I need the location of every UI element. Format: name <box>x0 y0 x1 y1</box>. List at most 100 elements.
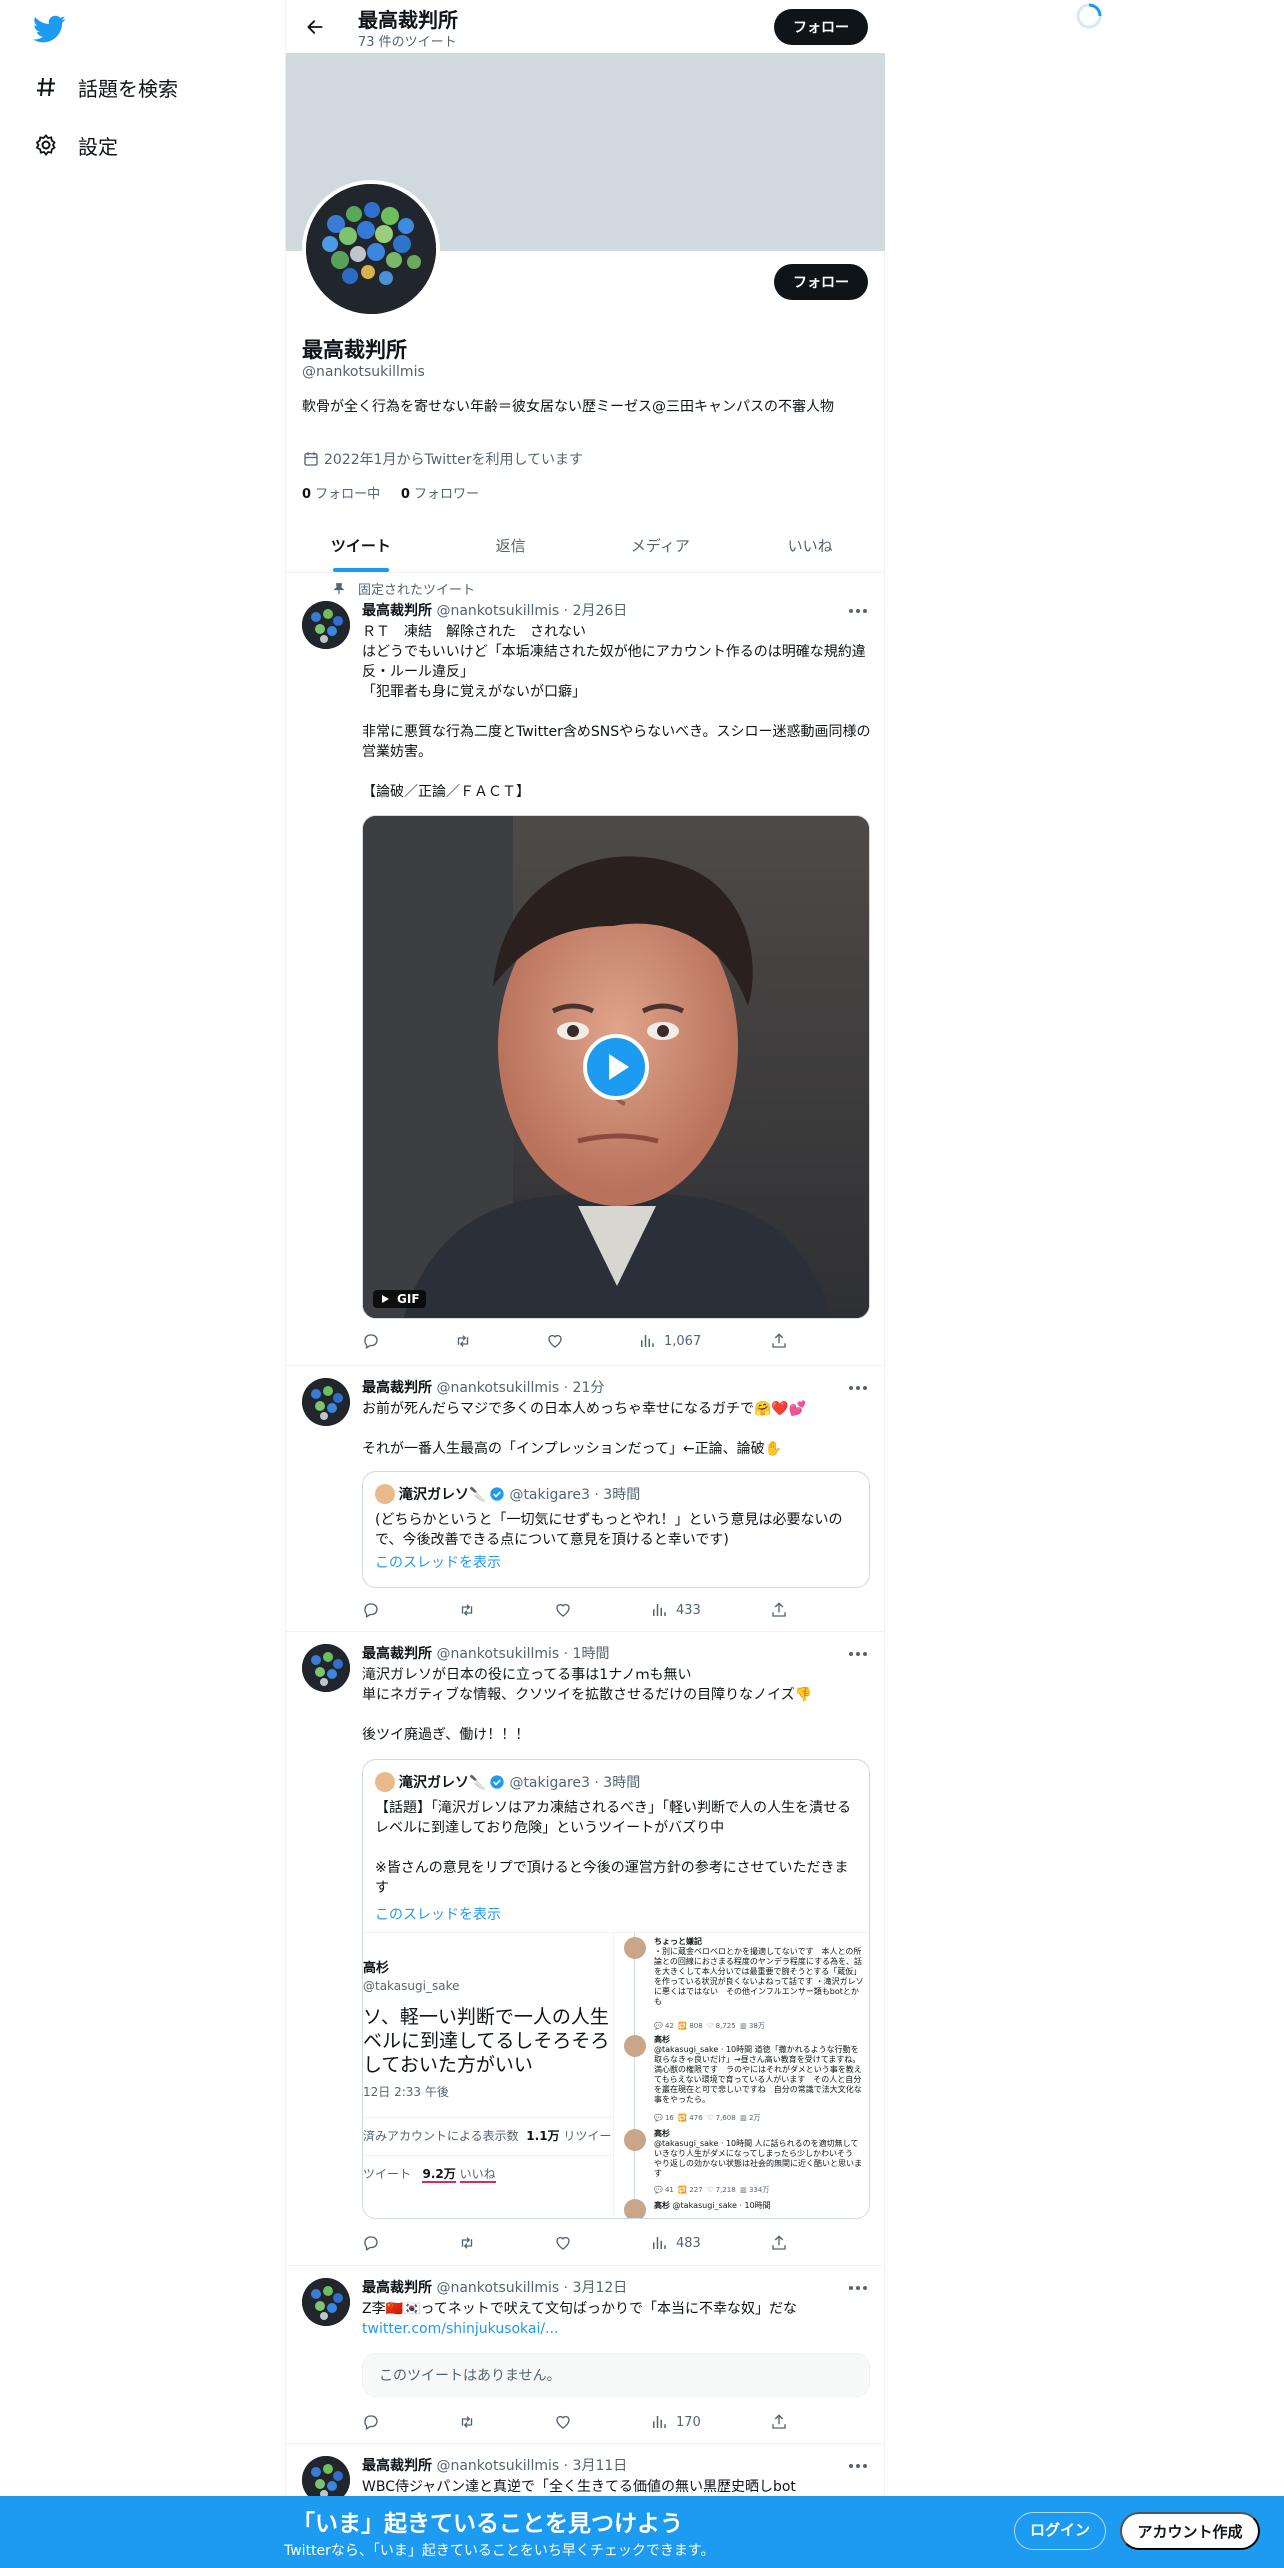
heart-icon <box>556 1603 570 1617</box>
like-button[interactable] <box>554 2233 572 2253</box>
header-tweet-count: 73 件のツイート <box>358 35 457 50</box>
tweet-actions: 170 <box>362 2412 802 2432</box>
play-small-icon <box>382 1295 389 1303</box>
tweet-text: Z李🇨🇳🇰🇷ってネットで吠えて文句ばっかりで「本当に不幸な奴」だな <box>362 2301 798 2317</box>
back-arrow-icon[interactable] <box>298 10 332 44</box>
twitter-bird-icon[interactable] <box>32 12 66 46</box>
retweet-icon <box>457 1335 469 1347</box>
followers-link[interactable]: 0 フォロワー <box>401 487 479 502</box>
reply-icon <box>364 2236 378 2251</box>
tweet-author-name[interactable]: 最高裁判所 <box>362 1646 432 1662</box>
quote-author-name: 滝沢ガレソ🔪 <box>399 1487 487 1503</box>
main-column: 最高裁判所 73 件のツイート フォロー フォロー 最高裁判所 @nankots… <box>285 0 885 2568</box>
tweet-author-name[interactable]: 最高裁判所 <box>362 2458 432 2474</box>
tweet-card[interactable]: 固定されたツイート 最高裁判所 @nankotsukillmis · 2月26日… <box>286 573 885 1366</box>
quote-screenshot-image[interactable]: 高杉 @takasugi_sake ソ、軽一い判断で一人の人生 ベルに到達してる… <box>363 1932 869 2218</box>
more-icon[interactable] <box>846 2280 870 2296</box>
tweet-text: WBC侍ジャパン達と真逆で「全く生きてる価値の無い黒歴史晒しbot <box>362 2479 796 2495</box>
tweet-text: 滝沢ガレソが日本の役に立ってる事は1ナノｍも無い 単にネガティブな情報、クソツイ… <box>362 1667 813 1743</box>
quote-header: 滝沢ガレソ🔪 @takigare3 · 3時間 <box>375 1772 640 1792</box>
screenshot-text: ソ、軽一い判断で一人の人生 ベルに到達してるしそろそろ しておいた方がいい <box>363 2006 610 2076</box>
tweet-gif[interactable]: GIF <box>362 815 870 1319</box>
like-button[interactable] <box>546 1331 564 1351</box>
tab-media[interactable]: メディア <box>586 520 736 572</box>
profile-tabs: ツイート 返信 メディア いいね <box>286 520 885 573</box>
share-button[interactable] <box>770 1331 788 1351</box>
reply-button[interactable] <box>362 2233 380 2253</box>
tweet-avatar[interactable] <box>302 2278 350 2326</box>
profile-name: 最高裁判所 <box>302 338 407 362</box>
share-button[interactable] <box>770 2412 788 2432</box>
retweet-button[interactable] <box>454 1331 472 1351</box>
loading-spinner-icon <box>1076 3 1102 29</box>
heart-icon <box>556 2236 570 2250</box>
verified-badge-icon <box>490 1487 505 1501</box>
views-button[interactable]: 483 <box>650 2233 701 2253</box>
reply-button[interactable] <box>362 1600 380 1620</box>
share-icon <box>772 1602 786 1617</box>
more-icon[interactable] <box>846 1380 870 1396</box>
retweet-button[interactable] <box>458 2233 476 2253</box>
views-icon <box>653 2237 666 2249</box>
show-thread-link[interactable]: このスレッドを表示 <box>375 1552 501 1572</box>
nav-explore-label: 話題を検索 <box>78 76 178 101</box>
tweet-header: 最高裁判所 @nankotsukillmis · 3月11日 <box>362 2455 627 2475</box>
tweet-actions: 433 <box>362 1600 802 1620</box>
quote-text: (どちらかというと「一切気にせずもっとやれ！」という意見は必要ないので、今後改善… <box>375 1512 843 1548</box>
signup-banner: 「いま」起きていることを見つけよう Twitterなら、「いま」起きていることを… <box>0 2496 1284 2568</box>
tweet-header: 最高裁判所 @nankotsukillmis · 21分 <box>362 1377 604 1397</box>
show-thread-link[interactable]: このスレッドを表示 <box>375 1904 501 1924</box>
screenshot-handle: @takasugi_sake <box>363 1979 460 1993</box>
signup-banner-title: 「いま」起きていることを見つけよう <box>292 2511 683 2537</box>
more-icon[interactable] <box>846 2458 870 2474</box>
following-link[interactable]: 0 フォロー中 <box>302 487 380 502</box>
tweet-actions: 483 <box>362 2233 802 2253</box>
more-icon[interactable] <box>846 1646 870 1662</box>
share-icon <box>772 1333 786 1348</box>
retweet-button[interactable] <box>458 2412 476 2432</box>
quote-handle-time: @takigare3 · 3時間 <box>509 1487 641 1503</box>
quoted-tweet[interactable]: 滝沢ガレソ🔪 @takigare3 · 3時間 (どちらかというと「一切気にせず… <box>362 1471 870 1588</box>
like-button[interactable] <box>554 1600 572 1620</box>
signup-button[interactable]: アカウント作成 <box>1120 2512 1260 2550</box>
tweet-avatar[interactable] <box>302 1378 350 1426</box>
reply-button[interactable] <box>362 2412 380 2432</box>
tab-tweets[interactable]: ツイート <box>286 520 436 572</box>
share-button[interactable] <box>770 2233 788 2253</box>
views-button[interactable]: 1,067 <box>638 1331 701 1351</box>
profile-avatar[interactable] <box>302 180 440 318</box>
views-button[interactable]: 433 <box>650 1600 701 1620</box>
follow-button-header[interactable]: フォロー <box>774 9 868 45</box>
profile-handle: @nankotsukillmis <box>302 364 425 380</box>
retweet-button[interactable] <box>458 1600 476 1620</box>
nav-settings[interactable]: 設定 <box>32 125 118 165</box>
tweet-author-name[interactable]: 最高裁判所 <box>362 2280 432 2296</box>
follow-button[interactable]: フォロー <box>774 264 868 300</box>
tweet-author-name[interactable]: 最高裁判所 <box>362 1380 432 1396</box>
tweet-card[interactable]: 最高裁判所 @nankotsukillmis · 21分 お前が死んだらマジで多… <box>286 1366 885 1632</box>
tweet-card[interactable]: 最高裁判所 @nankotsukillmis · 3月12日 Z李🇨🇳🇰🇷ってネ… <box>286 2266 885 2444</box>
nav-explore[interactable]: 話題を検索 <box>32 67 178 107</box>
tweet-header: 最高裁判所 @nankotsukillmis · 1時間 <box>362 1643 609 1663</box>
tweet-author-name[interactable]: 最高裁判所 <box>362 603 432 619</box>
share-button[interactable] <box>770 1600 788 1620</box>
quoted-tweet[interactable]: 滝沢ガレソ🔪 @takigare3 · 3時間 【話題】「滝沢ガレソはアカ凍結さ… <box>362 1759 870 2219</box>
tweet-avatar[interactable] <box>302 601 350 649</box>
login-button[interactable]: ログイン <box>1014 2512 1106 2550</box>
reply-icon <box>364 1603 378 1618</box>
tab-replies[interactable]: 返信 <box>436 520 586 572</box>
quote-avatar <box>375 1484 395 1504</box>
reply-icon <box>364 1334 378 1349</box>
tab-likes[interactable]: いいね <box>735 520 885 572</box>
views-button[interactable]: 170 <box>650 2412 701 2432</box>
tweet-link[interactable]: twitter.com/shinjukusokai/... <box>362 2319 872 2339</box>
tweet-avatar[interactable] <box>302 1644 350 1692</box>
views-icon <box>653 1604 666 1616</box>
reply-button[interactable] <box>362 1331 380 1351</box>
like-button[interactable] <box>554 2412 572 2432</box>
tweet-handle-time: @nankotsukillmis · 3月12日 <box>432 2280 628 2296</box>
more-icon[interactable] <box>846 603 870 619</box>
tweet-card[interactable]: 最高裁判所 @nankotsukillmis · 1時間 滝沢ガレソが日本の役に… <box>286 1632 885 2266</box>
play-button[interactable] <box>583 1034 649 1100</box>
gear-icon <box>32 131 60 159</box>
